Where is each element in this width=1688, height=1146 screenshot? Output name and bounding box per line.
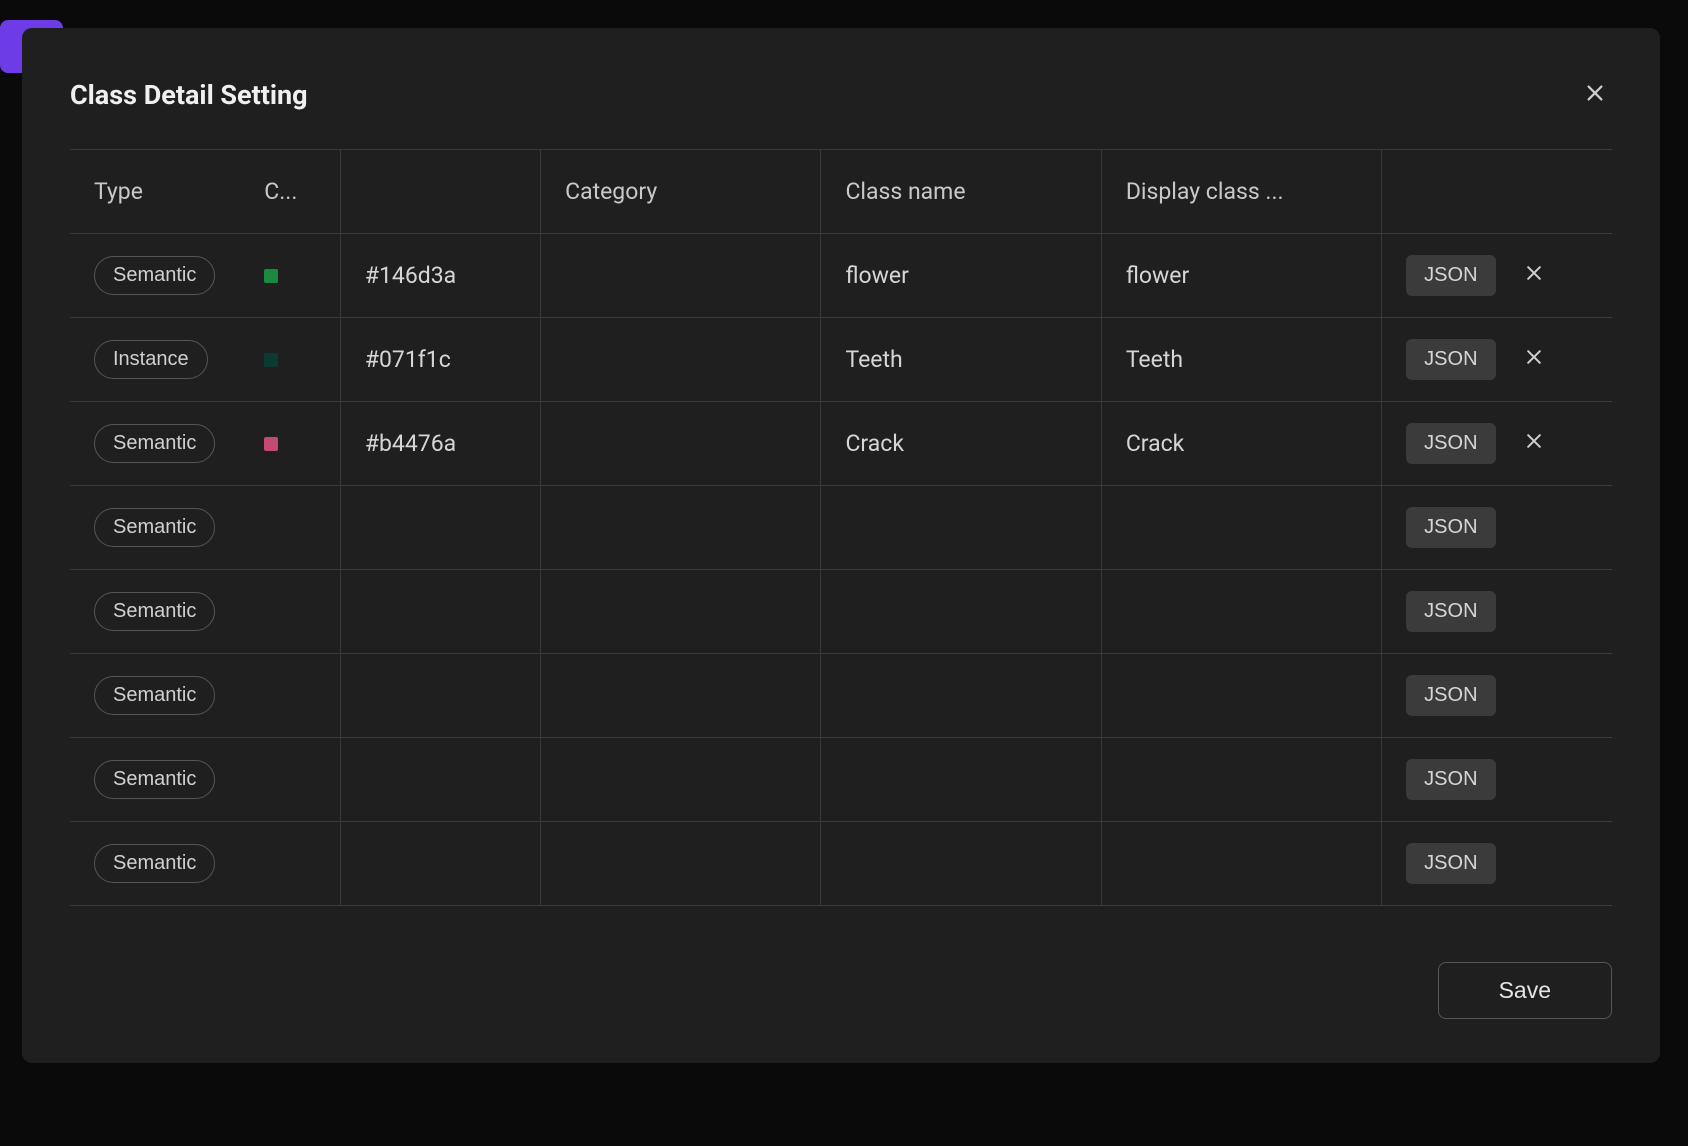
actions-cell: JSON: [1382, 570, 1612, 654]
category-cell[interactable]: [541, 402, 821, 486]
table-row: Semantic JSON: [70, 822, 1612, 906]
color-cell[interactable]: [240, 738, 340, 822]
close-icon: [1524, 431, 1544, 454]
category-cell[interactable]: [541, 822, 821, 906]
classname-cell[interactable]: flower: [821, 234, 1101, 318]
type-badge[interactable]: Semantic: [94, 256, 215, 295]
color-cell[interactable]: [240, 486, 340, 570]
type-badge[interactable]: Semantic: [94, 424, 215, 463]
table-row: Semantic JSON: [70, 486, 1612, 570]
classname-cell[interactable]: [821, 822, 1101, 906]
color-cell[interactable]: [240, 402, 340, 486]
display-cell[interactable]: [1101, 654, 1381, 738]
display-cell[interactable]: [1101, 570, 1381, 654]
modal-header: Class Detail Setting: [70, 76, 1612, 113]
col-hex: [340, 150, 540, 234]
category-cell[interactable]: [541, 318, 821, 402]
json-button[interactable]: JSON: [1406, 339, 1495, 380]
display-cell[interactable]: [1101, 822, 1381, 906]
display-cell[interactable]: Crack: [1101, 402, 1381, 486]
row-delete-button[interactable]: [1524, 431, 1544, 454]
close-icon: [1584, 82, 1606, 107]
type-badge[interactable]: Semantic: [94, 592, 215, 631]
classname-cell[interactable]: [821, 570, 1101, 654]
col-display: Display class ...: [1101, 150, 1381, 234]
close-icon: [1524, 347, 1544, 370]
actions-cell: JSON: [1382, 486, 1612, 570]
table-row: Semantic JSON: [70, 738, 1612, 822]
display-cell[interactable]: [1101, 486, 1381, 570]
actions-cell: JSON: [1382, 318, 1612, 402]
type-badge[interactable]: Semantic: [94, 508, 215, 547]
modal-title: Class Detail Setting: [70, 79, 308, 111]
hex-cell[interactable]: [340, 570, 540, 654]
hex-cell[interactable]: #b4476a: [340, 402, 540, 486]
json-button[interactable]: JSON: [1406, 591, 1495, 632]
color-swatch: [264, 353, 278, 367]
type-badge[interactable]: Semantic: [94, 844, 215, 883]
display-cell[interactable]: [1101, 738, 1381, 822]
classname-cell[interactable]: [821, 738, 1101, 822]
classname-cell[interactable]: Teeth: [821, 318, 1101, 402]
hex-cell[interactable]: [340, 486, 540, 570]
table-header-row: Type C... Category Class name Display cl…: [70, 150, 1612, 234]
actions-cell: JSON: [1382, 654, 1612, 738]
color-cell[interactable]: [240, 234, 340, 318]
classname-cell[interactable]: [821, 486, 1101, 570]
class-table: Type C... Category Class name Display cl…: [70, 149, 1612, 906]
col-actions: [1382, 150, 1612, 234]
color-swatch: [264, 437, 278, 451]
category-cell[interactable]: [541, 486, 821, 570]
type-badge[interactable]: Semantic: [94, 760, 215, 799]
category-cell[interactable]: [541, 570, 821, 654]
actions-cell: JSON: [1382, 822, 1612, 906]
table-row: Semantic #146d3a flowerflower JSON: [70, 234, 1612, 318]
json-button[interactable]: JSON: [1406, 507, 1495, 548]
row-delete-button[interactable]: [1524, 347, 1544, 370]
classname-cell[interactable]: [821, 654, 1101, 738]
category-cell[interactable]: [541, 738, 821, 822]
actions-cell: JSON: [1382, 402, 1612, 486]
category-cell[interactable]: [541, 654, 821, 738]
color-cell[interactable]: [240, 654, 340, 738]
hex-cell[interactable]: [340, 738, 540, 822]
actions-cell: JSON: [1382, 738, 1612, 822]
hex-cell[interactable]: [340, 822, 540, 906]
col-classname: Class name: [821, 150, 1101, 234]
table-row: Semantic JSON: [70, 654, 1612, 738]
json-button[interactable]: JSON: [1406, 423, 1495, 464]
table-body: Semantic #146d3a flowerflower JSON Instance #…: [70, 234, 1612, 906]
classname-cell[interactable]: Crack: [821, 402, 1101, 486]
close-button[interactable]: [1578, 76, 1612, 113]
col-color: C...: [240, 150, 340, 234]
table-row: Instance #071f1c TeethTeeth JSON: [70, 318, 1612, 402]
color-cell[interactable]: [240, 570, 340, 654]
modal-footer: Save: [70, 962, 1612, 1019]
type-badge[interactable]: Semantic: [94, 676, 215, 715]
hex-cell[interactable]: [340, 654, 540, 738]
category-cell[interactable]: [541, 234, 821, 318]
display-cell[interactable]: Teeth: [1101, 318, 1381, 402]
json-button[interactable]: JSON: [1406, 843, 1495, 884]
color-cell[interactable]: [240, 318, 340, 402]
hex-cell[interactable]: #071f1c: [340, 318, 540, 402]
display-cell[interactable]: flower: [1101, 234, 1381, 318]
color-swatch: [264, 269, 278, 283]
close-icon: [1524, 263, 1544, 286]
table-row: Semantic #b4476a CrackCrack JSON: [70, 402, 1612, 486]
actions-cell: JSON: [1382, 234, 1612, 318]
table-row: Semantic JSON: [70, 570, 1612, 654]
type-badge[interactable]: Instance: [94, 340, 208, 379]
json-button[interactable]: JSON: [1406, 255, 1495, 296]
hex-cell[interactable]: #146d3a: [340, 234, 540, 318]
col-category: Category: [541, 150, 821, 234]
save-button[interactable]: Save: [1438, 962, 1612, 1019]
class-detail-modal: Class Detail Setting Type C... Category …: [22, 28, 1660, 1063]
row-delete-button[interactable]: [1524, 263, 1544, 286]
json-button[interactable]: JSON: [1406, 675, 1495, 716]
color-cell[interactable]: [240, 822, 340, 906]
json-button[interactable]: JSON: [1406, 759, 1495, 800]
col-type: Type: [70, 150, 240, 234]
